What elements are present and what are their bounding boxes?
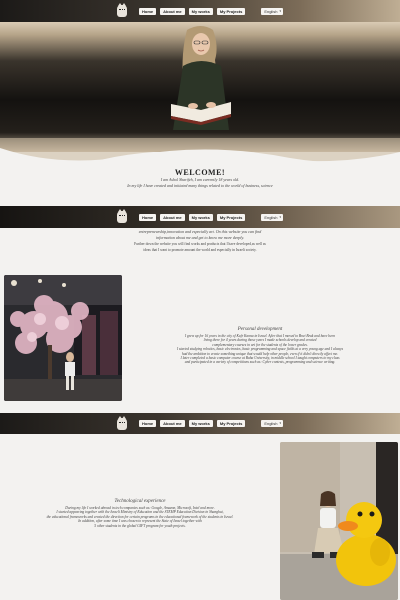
intro-text: entrepreneurship,innovation and especial… bbox=[0, 229, 400, 253]
nav-about-button[interactable]: About me bbox=[160, 420, 185, 427]
language-label: English bbox=[264, 214, 278, 220]
welcome-line: In my life I have created and initiated … bbox=[127, 183, 273, 188]
welcome-title: WELCOME! bbox=[174, 168, 226, 177]
welcome-section: WELCOME! I am Ashol Sharifeh, I am curre… bbox=[0, 168, 400, 189]
sticky-navbar: Home About me My works My Projects Engli… bbox=[0, 206, 400, 228]
technological-experience-section: Technological experience During my life … bbox=[20, 499, 260, 528]
owl-logo-icon[interactable] bbox=[117, 209, 128, 223]
paragraph-line: I started studying robotics, basic elect… bbox=[176, 347, 344, 352]
owl-logo-icon[interactable] bbox=[117, 415, 128, 430]
personal-development-section: Personal development I grew up for 16 ye… bbox=[150, 327, 370, 365]
nav-works-button[interactable]: My works bbox=[188, 7, 213, 15]
nav-projects-button[interactable]: My Projects bbox=[216, 420, 246, 427]
language-select[interactable]: English ▾ bbox=[261, 7, 283, 15]
nav-works-button[interactable]: My works bbox=[188, 420, 213, 427]
owl-logo-icon[interactable] bbox=[117, 3, 128, 17]
nav-home-button[interactable]: Home bbox=[139, 7, 157, 15]
language-select[interactable]: English ▾ bbox=[261, 213, 283, 221]
chevron-down-icon: ▾ bbox=[279, 214, 281, 219]
language-select[interactable]: English ▾ bbox=[261, 420, 283, 427]
nav-projects-button[interactable]: My Projects bbox=[216, 213, 246, 221]
language-label: English bbox=[264, 421, 278, 426]
portrait-photo bbox=[171, 26, 231, 130]
top-navbar: Home About me My works My Projects Engli… bbox=[0, 0, 400, 22]
language-label: English bbox=[264, 8, 278, 14]
cherry-blossom-photo bbox=[4, 275, 122, 401]
nav-about-button[interactable]: About me bbox=[160, 213, 185, 221]
personal-development-heading: Personal development bbox=[237, 327, 283, 332]
nav-about-button[interactable]: About me bbox=[160, 7, 185, 15]
technological-experience-heading: Technological experience bbox=[114, 499, 166, 504]
nav-home-button[interactable]: Home bbox=[139, 213, 157, 221]
paragraph-line: and participated in a variety of competi… bbox=[184, 360, 336, 365]
nav-home-button[interactable]: Home bbox=[139, 420, 157, 427]
chevron-down-icon: ▾ bbox=[279, 421, 281, 425]
nav-projects-button[interactable]: My Projects bbox=[216, 7, 246, 15]
nav-works-button[interactable]: My works bbox=[188, 213, 213, 221]
sticky-navbar: Home About me My works My Projects Engli… bbox=[0, 413, 400, 434]
paragraph-line: 5 other students in the global GIFT prog… bbox=[94, 523, 186, 528]
rubber-duck-photo bbox=[280, 442, 398, 600]
intro-line: ideas that I want to promote amount the … bbox=[143, 248, 257, 252]
chevron-down-icon: ▾ bbox=[279, 8, 281, 13]
